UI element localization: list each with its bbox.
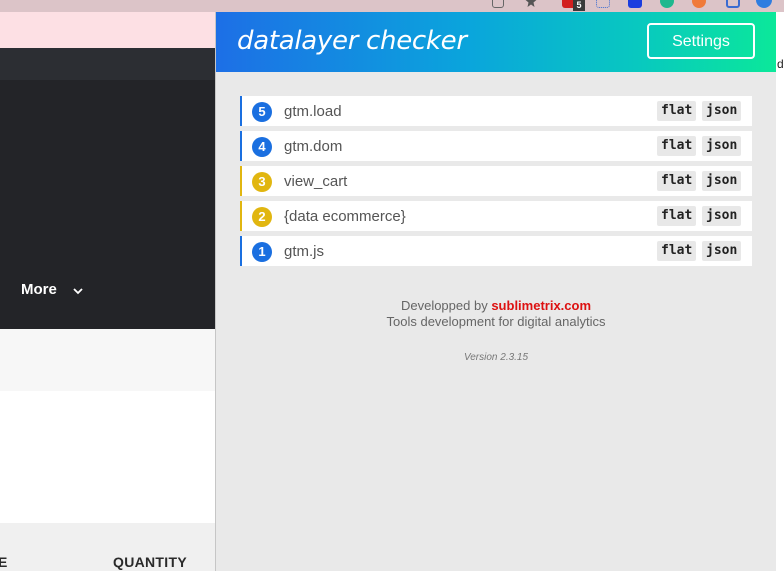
puzzle-extension-icon[interactable] [492, 0, 504, 8]
cart-column-header-partial: E [0, 554, 8, 570]
chevron-down-icon[interactable] [72, 284, 84, 296]
brand-link[interactable]: sublimetrix.com [491, 298, 591, 313]
flat-view-button[interactable]: flat [657, 206, 697, 226]
site-right-edge [776, 12, 784, 571]
event-name: gtm.dom [284, 138, 343, 155]
event-number-badge: 3 [252, 172, 272, 192]
version-text: Version 2.3.15 [463, 352, 529, 363]
event-name: view_cart [284, 173, 348, 190]
popup-footer: Developped by sublimetrix.com Tools deve… [216, 298, 776, 330]
event-list: 5 gtm.load flat json 4 gtm.dom flat json… [240, 96, 752, 271]
event-name: gtm.load [284, 103, 342, 120]
extension-badge: 5 [573, 0, 585, 11]
popup-header: datalayer checker Settings [216, 12, 776, 72]
green-extension-icon[interactable] [660, 0, 674, 8]
footer-tagline: Tools development for digital analytics [386, 314, 606, 329]
flat-view-button[interactable]: flat [657, 241, 697, 261]
event-row-data-ecommerce[interactable]: 2 {data ecommerce} flat json [240, 201, 752, 231]
json-view-button[interactable]: json [702, 136, 742, 156]
browser-toolbar: 5 [0, 0, 784, 12]
json-view-button[interactable]: json [702, 101, 742, 121]
event-number-badge: 4 [252, 137, 272, 157]
square-extension-icon[interactable] [726, 0, 740, 8]
blue-extension-icon[interactable] [628, 0, 642, 8]
nav-more-link[interactable]: More [21, 281, 57, 298]
event-number-badge: 1 [252, 242, 272, 262]
datalayer-checker-popup: datalayer checker Settings 5 gtm.load fl… [215, 12, 776, 571]
event-row-gtm-load[interactable]: 5 gtm.load flat json [240, 96, 752, 126]
cart-column-header-quantity: QUANTITY [113, 554, 187, 570]
event-number-badge: 5 [252, 102, 272, 122]
event-name: gtm.js [284, 243, 325, 260]
profile-avatar-icon[interactable] [756, 0, 772, 8]
popup-title: datalayer checker [237, 26, 467, 56]
json-view-button[interactable]: json [702, 171, 742, 191]
event-row-view-cart[interactable]: 3 view_cart flat json [240, 166, 752, 196]
json-view-button[interactable]: json [702, 206, 742, 226]
event-number-badge: 2 [252, 207, 272, 227]
settings-button[interactable]: Settings [647, 23, 755, 59]
json-view-button[interactable]: json [702, 241, 742, 261]
event-row-gtm-dom[interactable]: 4 gtm.dom flat json [240, 131, 752, 161]
event-name: {data ecommerce} [284, 208, 406, 225]
dotted-extension-icon[interactable] [596, 0, 610, 8]
flat-view-button[interactable]: flat [657, 171, 697, 191]
developed-by-line: Developped by sublimetrix.com [216, 298, 776, 314]
developed-by-text: Developped by [400, 298, 488, 313]
bookmark-star-icon[interactable] [525, 0, 537, 7]
orange-extension-icon[interactable] [692, 0, 706, 8]
right-edge-text: d [777, 57, 784, 71]
event-row-gtm-js[interactable]: 1 gtm.js flat json [240, 236, 752, 266]
flat-view-button[interactable]: flat [657, 101, 697, 121]
flat-view-button[interactable]: flat [657, 136, 697, 156]
